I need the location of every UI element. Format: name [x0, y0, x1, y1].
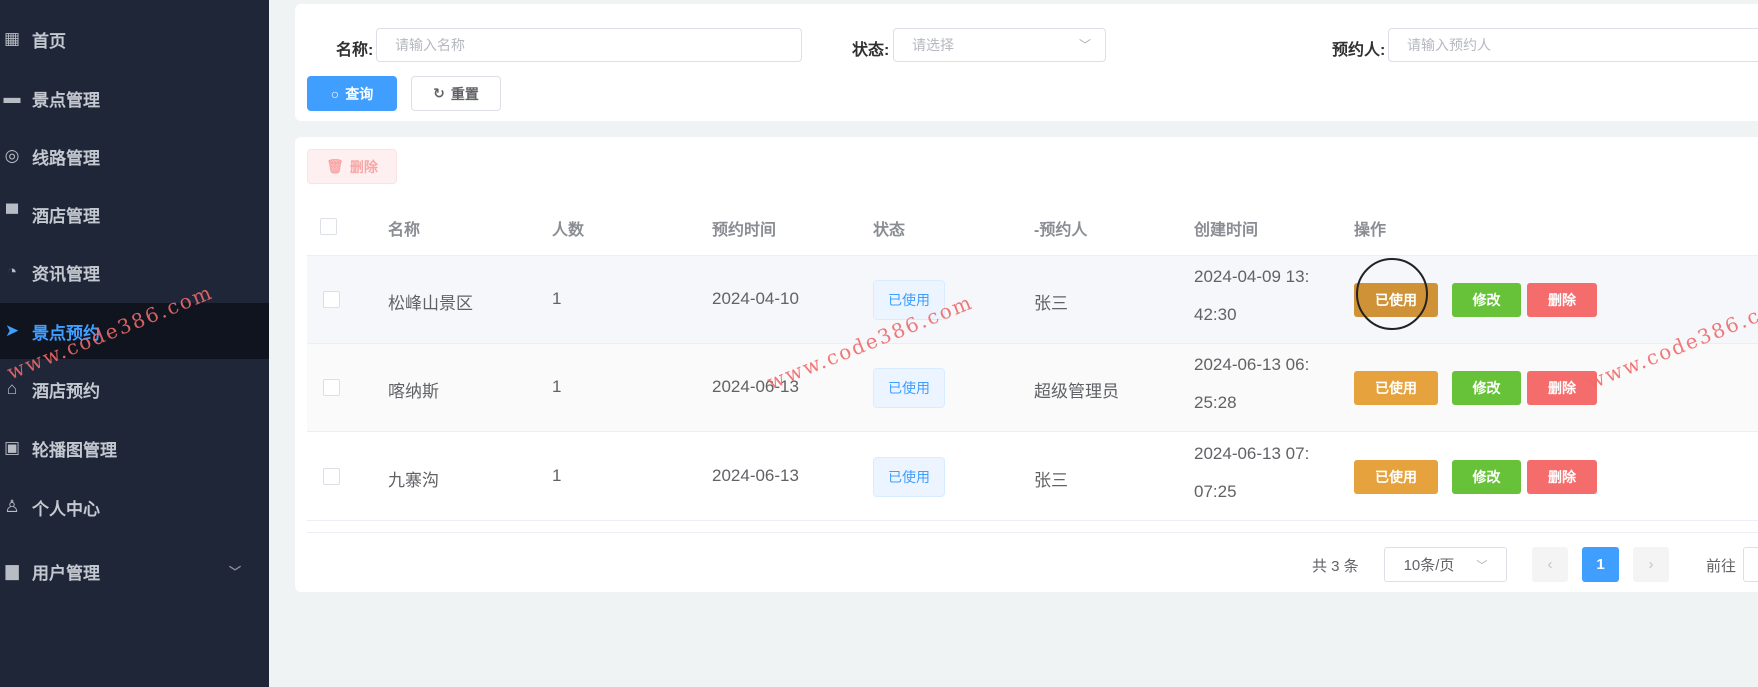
- cell-person: 张三: [1034, 471, 1068, 490]
- cell-name: 松峰山景区: [388, 294, 473, 313]
- sidebar-item-hotels[interactable]: ▀ 酒店管理: [0, 186, 269, 242]
- table-header: [307, 202, 1758, 256]
- edit-button[interactable]: 修改: [1452, 371, 1521, 405]
- mark-used-button[interactable]: 已使用: [1354, 371, 1438, 405]
- page-size-select[interactable]: 10条/页 ﹀: [1384, 547, 1507, 582]
- cell-created: 2024-04-09 13:: [1194, 267, 1310, 286]
- person-label: 预约人:: [1332, 42, 1386, 59]
- delete-button[interactable]: 删除: [1527, 460, 1597, 494]
- cell-count: 1: [552, 289, 562, 308]
- cell-name: 喀纳斯: [388, 382, 439, 401]
- chevron-right-icon: ›: [1648, 556, 1654, 573]
- cell-count: 1: [552, 466, 562, 485]
- cell-created: 2024-06-13 06:: [1194, 355, 1310, 374]
- header-actions: 操作: [1354, 222, 1387, 239]
- prev-page-button[interactable]: ‹: [1532, 547, 1568, 582]
- send-icon: ➤: [4, 321, 20, 340]
- cell-created: 2024-06-13 07:: [1194, 444, 1310, 463]
- divider: [307, 532, 1758, 533]
- header-name: 名称: [388, 222, 421, 239]
- row-checkbox[interactable]: [323, 468, 340, 485]
- user-icon: ♙: [4, 497, 20, 516]
- chevron-down-icon: ﹀: [228, 564, 241, 579]
- batch-delete-button[interactable]: 🗑 删除: [307, 149, 397, 184]
- cell-count: 1: [552, 377, 562, 396]
- sidebar: ▦ 首页 ▬ 景点管理 ◎ 线路管理 ▀ 酒店管理 ◔ 资讯管理 ➤ 景点预约 ⌂ 酒店预约 …: [0, 0, 269, 687]
- sidebar-item-profile[interactable]: ♙ 个人中心: [0, 479, 269, 535]
- lifebuoy-icon: ◎: [4, 146, 20, 165]
- search-card: [295, 4, 1758, 121]
- cell-person: 超级管理员: [1034, 382, 1119, 401]
- header-status: 状态: [873, 222, 906, 239]
- cursor-highlight: [1356, 258, 1428, 330]
- status-badge: 已使用: [873, 368, 945, 408]
- chevron-left-icon: ‹: [1547, 556, 1553, 573]
- edit-button[interactable]: 修改: [1452, 460, 1521, 494]
- cell-created: 07:25: [1194, 482, 1237, 501]
- refresh-icon: ↻: [433, 85, 445, 101]
- edit-button[interactable]: 修改: [1452, 283, 1521, 317]
- shop-icon: ▀: [5, 204, 19, 223]
- cell-person: 张三: [1034, 294, 1068, 313]
- sidebar-item-scenic[interactable]: ▬ 景点管理: [0, 70, 269, 126]
- goto-label: 前往: [1706, 558, 1737, 575]
- person-input[interactable]: 请输入预约人: [1388, 28, 1758, 62]
- status-select[interactable]: 请选择 ﹀: [893, 28, 1106, 62]
- sidebar-item-routes[interactable]: ◎ 线路管理: [0, 128, 269, 184]
- monitor-icon: ▆: [5, 561, 19, 580]
- ticket-icon: ▬: [3, 88, 21, 107]
- status-label: 状态:: [852, 42, 890, 59]
- header-person: -预约人: [1034, 222, 1088, 239]
- trash-icon: 🗑: [326, 158, 344, 174]
- chevron-down-icon: ﹀: [1476, 559, 1488, 572]
- goto-page-input[interactable]: [1743, 547, 1758, 582]
- delete-button[interactable]: 删除: [1527, 283, 1597, 317]
- reset-button[interactable]: ↻ 重置: [411, 76, 501, 111]
- name-label: 名称:: [336, 42, 374, 59]
- search-icon: ○: [330, 85, 340, 102]
- header-count: 人数: [552, 222, 585, 239]
- sidebar-item-home[interactable]: ▦ 首页: [0, 11, 269, 67]
- sidebar-item-users[interactable]: ▆ 用户管理 ﹀: [0, 543, 269, 599]
- name-input[interactable]: 请输入名称: [376, 28, 802, 62]
- sidebar-item-carousel[interactable]: ▣ 轮播图管理: [0, 420, 269, 476]
- header-date: 预约时间: [712, 222, 777, 239]
- header-created: 创建时间: [1194, 222, 1259, 239]
- pagination-total: 共 3 条: [1312, 558, 1359, 575]
- cell-created: 42:30: [1194, 305, 1237, 324]
- sidebar-item-news[interactable]: ◔ 资讯管理: [0, 244, 269, 300]
- row-checkbox[interactable]: [323, 291, 340, 308]
- cell-created: 25:28: [1194, 393, 1237, 412]
- chevron-down-icon: ﹀: [1078, 38, 1091, 52]
- status-badge: 已使用: [873, 457, 945, 497]
- cell-name: 九寨沟: [388, 471, 439, 490]
- page-1-button[interactable]: 1: [1582, 547, 1619, 582]
- mark-used-button[interactable]: 已使用: [1354, 460, 1438, 494]
- image-icon: ▣: [3, 438, 21, 457]
- grid-icon: ▦: [3, 29, 21, 48]
- chart-icon: ◔: [6, 262, 18, 281]
- select-all-checkbox[interactable]: [320, 218, 337, 235]
- query-button[interactable]: ○ 查询: [307, 76, 397, 111]
- cell-date: 2024-04-10: [712, 289, 799, 308]
- next-page-button[interactable]: ›: [1633, 547, 1669, 582]
- cell-date: 2024-06-13: [712, 466, 799, 485]
- row-checkbox[interactable]: [323, 379, 340, 396]
